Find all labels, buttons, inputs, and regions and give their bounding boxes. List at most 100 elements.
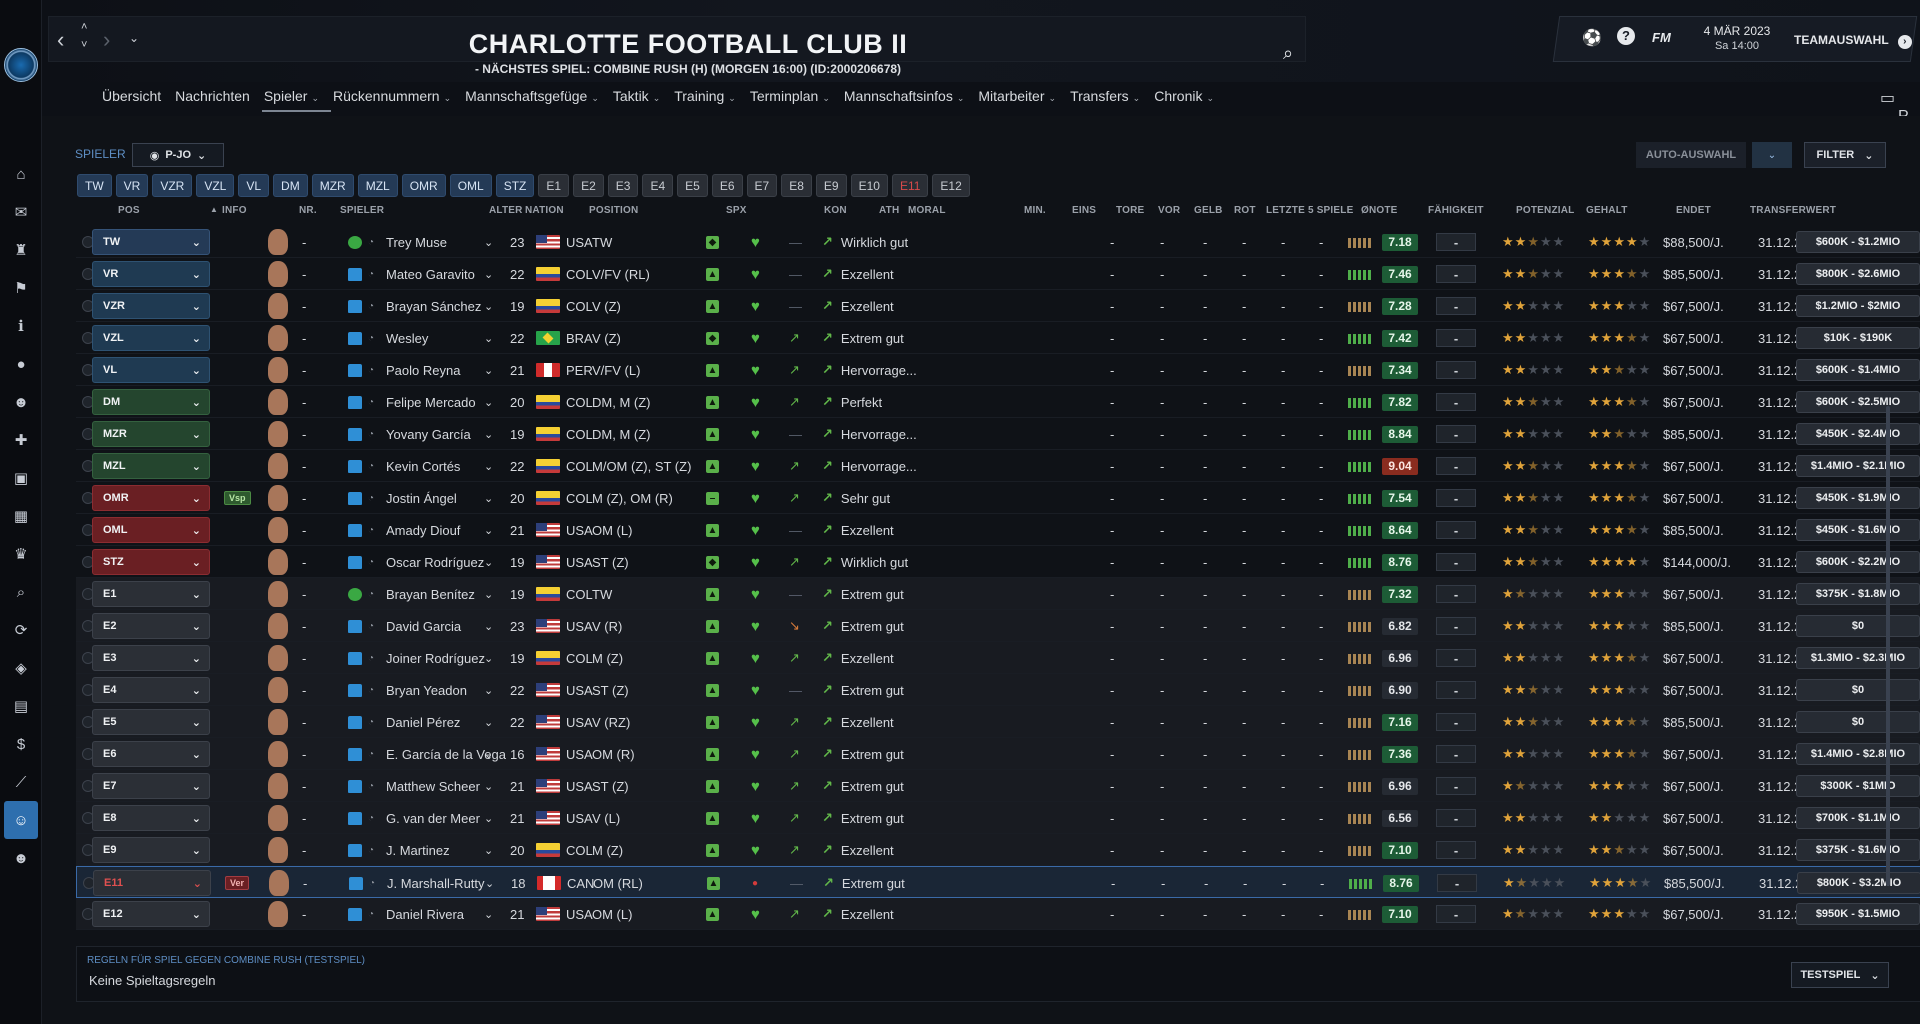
ball-settings-icon[interactable]: ⚽ [1582,28,1602,48]
position-select[interactable]: TW ⌄ [92,226,210,258]
chevron-down-icon[interactable]: ⌄ [484,268,493,281]
position-dropdown[interactable]: E7 ⌄ [92,773,210,799]
position-select[interactable]: E4 ⌄ [92,674,210,706]
transfer-value[interactable]: $375K - $1.6MIO [1796,839,1920,861]
col-tore[interactable]: TORE [1116,205,1144,216]
player-name[interactable]: J. Martinez [386,834,450,866]
chevron-down-icon[interactable]: ⌄ [484,684,493,697]
player-name[interactable]: Brayan Sánchez [386,290,481,322]
transfer-value[interactable]: $375K - $1.8MIO [1796,583,1920,605]
menu-item-8[interactable]: Mannschaftsinfos ⌄ [842,88,977,112]
chevron-down-icon[interactable]: ⌄ [484,652,493,665]
table-row[interactable]: E11 ⌄ Ver - ◔ J. Marshall-Rutty ⌄ 18 CAN OM (RL) ▲… [76,866,1920,898]
transfer-value[interactable]: $950K - $1.5MIO [1796,903,1920,925]
position-dropdown[interactable]: E11 ⌄ [93,870,211,896]
col-gelb[interactable]: GELB [1194,205,1223,216]
player-menu[interactable]: ⌄ [484,898,493,930]
auto-select-button[interactable]: AUTO-AUSWAHL [1636,142,1746,168]
position-tab-omr[interactable]: OMR [401,174,446,197]
position-tab-stz[interactable]: STZ [495,174,535,197]
position-tab-e4[interactable]: E4 [642,174,674,197]
player-face[interactable] [268,514,288,546]
info-icon[interactable]: ℹ [0,307,42,345]
fm-logo[interactable]: FM [1652,30,1671,45]
col-spx[interactable]: SPX [726,205,747,216]
player-face[interactable] [268,546,288,578]
club-logo[interactable] [4,48,38,82]
col-info[interactable]: INFO [222,205,247,216]
trophy-icon[interactable]: ♛ [0,535,42,573]
player-menu[interactable]: ⌄ [484,610,493,642]
chevron-down-icon[interactable]: ⌄ [484,396,493,409]
chevron-down-icon[interactable]: ⌄ [485,877,494,890]
table-row[interactable]: VZL ⌄ - ◔ Wesley ⌄ 22 BRA V (Z) ◆ ♥ ↗ ↗ Extrem gut - - -… [76,322,1920,354]
menu-item-3[interactable]: Rückennummern ⌄ [331,88,463,112]
menu-item-6[interactable]: Training ⌄ [672,88,748,112]
players-icon[interactable]: ☺ [4,801,38,839]
position-dropdown[interactable]: DM ⌄ [92,389,210,415]
position-tab-mzr[interactable]: MZR [311,174,354,197]
position-tab-e5[interactable]: E5 [677,174,708,197]
table-row[interactable]: DM ⌄ - ◔ Felipe Mercado ⌄ 20 COL DM, M (Z) ▲ ♥ ↗ ↗ Pe… [76,386,1920,418]
table-scrollbar[interactable] [1886,406,1890,886]
col-eins[interactable]: EINS [1072,205,1096,216]
help-icon[interactable]: ? [1617,27,1635,45]
position-dropdown[interactable]: E8 ⌄ [92,805,210,831]
menu-item-1[interactable]: Nachrichten [173,88,262,112]
col-nr[interactable]: NR. [299,205,317,216]
table-row[interactable]: E8 ⌄ - ◔ G. van der Meer ⌄ 21 USA V (L) ▲ ♥ ↗ ↗ Extre… [76,802,1920,834]
table-row[interactable]: E3 ⌄ - ◔ Joiner Rodríguez ⌄ 19 COL M (Z) ▲ ♥ ↗ ↗ Exze… [76,642,1920,674]
transfer-value[interactable]: $0 [1796,679,1920,701]
player-name[interactable]: Oscar Rodríguez [386,546,484,578]
chevron-down-icon[interactable]: ⌄ [484,588,493,601]
chevron-down-icon[interactable]: ⌄ [484,492,493,505]
player-face[interactable] [268,834,288,866]
position-tab-e12[interactable]: E12 [932,174,970,197]
menu-item-10[interactable]: Transfers ⌄ [1068,88,1152,112]
position-dropdown[interactable]: E5 ⌄ [92,709,210,735]
position-select[interactable]: E11 ⌄ [93,867,211,899]
col-alter[interactable]: ALTER [489,205,523,216]
position-tab-mzl[interactable]: MZL [357,174,398,197]
player-face[interactable] [268,386,288,418]
position-select[interactable]: E6 ⌄ [92,738,210,770]
team-select-button[interactable]: TEAMAUSWAHL › [1794,33,1912,49]
menu-item-4[interactable]: Mannschaftsgefüge ⌄ [463,88,611,112]
player-menu[interactable]: ⌄ [484,674,493,706]
sort-icon[interactable]: ▲ [210,205,218,214]
table-row[interactable]: OML ⌄ - ◔ Amady Diouf ⌄ 21 USA OM (L) ▲ ♥ — ↗ Exzelle… [76,514,1920,546]
transfer-value[interactable]: $700K - $1.1MIO [1796,807,1920,829]
position-tab-oml[interactable]: OML [449,174,492,197]
position-dropdown[interactable]: VL ⌄ [92,357,210,383]
staff-icon[interactable]: ☻ [0,383,42,421]
player-face[interactable] [268,770,288,802]
col-nation[interactable]: NATION [525,205,564,216]
player-name[interactable]: Brayan Benítez [386,578,475,610]
col-vor[interactable]: VOR [1158,205,1180,216]
position-dropdown[interactable]: VZL ⌄ [92,325,210,351]
position-dropdown[interactable]: VR ⌄ [92,261,210,287]
position-select[interactable]: E2 ⌄ [92,610,210,642]
position-tab-vr[interactable]: VR [115,174,149,197]
table-row[interactable]: E9 ⌄ - ◔ J. Martinez ⌄ 20 COL M (Z) ▲ ♥ ↗ ↗ Exzellent… [76,834,1920,866]
player-menu[interactable]: ⌄ [484,578,493,610]
col-transfer-value[interactable]: TRANSFERWERT [1750,205,1836,216]
info-badge[interactable]: Ver [225,876,250,890]
player-menu[interactable]: ⌄ [484,834,493,866]
col-ath[interactable]: ATH [879,205,899,216]
position-tab-tw[interactable]: TW [77,174,112,197]
col-moral[interactable]: MORAL [908,205,946,216]
transfer-value[interactable]: $1.3MIO - $2.3MIO [1796,647,1920,669]
position-dropdown[interactable]: OML ⌄ [92,517,210,543]
table-row[interactable]: MZR ⌄ - ◔ Yovany García ⌄ 19 COL DM, M (Z) ▲ ♥ — ↗ He… [76,418,1920,450]
player-face[interactable] [268,738,288,770]
position-select[interactable]: VZL ⌄ [92,322,210,354]
player-name[interactable]: Felipe Mercado [386,386,476,418]
medical-bag-icon[interactable]: ▣ [0,459,42,497]
scouting-icon[interactable]: ⌕ [0,573,42,611]
table-row[interactable]: VZR ⌄ - ◔ Brayan Sánchez ⌄ 19 COL V (Z) ▲ ♥ — ↗ Exzel… [76,290,1920,322]
position-tab-vzl[interactable]: VZL [196,174,235,197]
home-icon[interactable]: ⌂ [0,155,42,193]
chevron-down-icon[interactable]: ⌄ [484,748,493,761]
col-salary[interactable]: GEHALT [1586,205,1628,216]
